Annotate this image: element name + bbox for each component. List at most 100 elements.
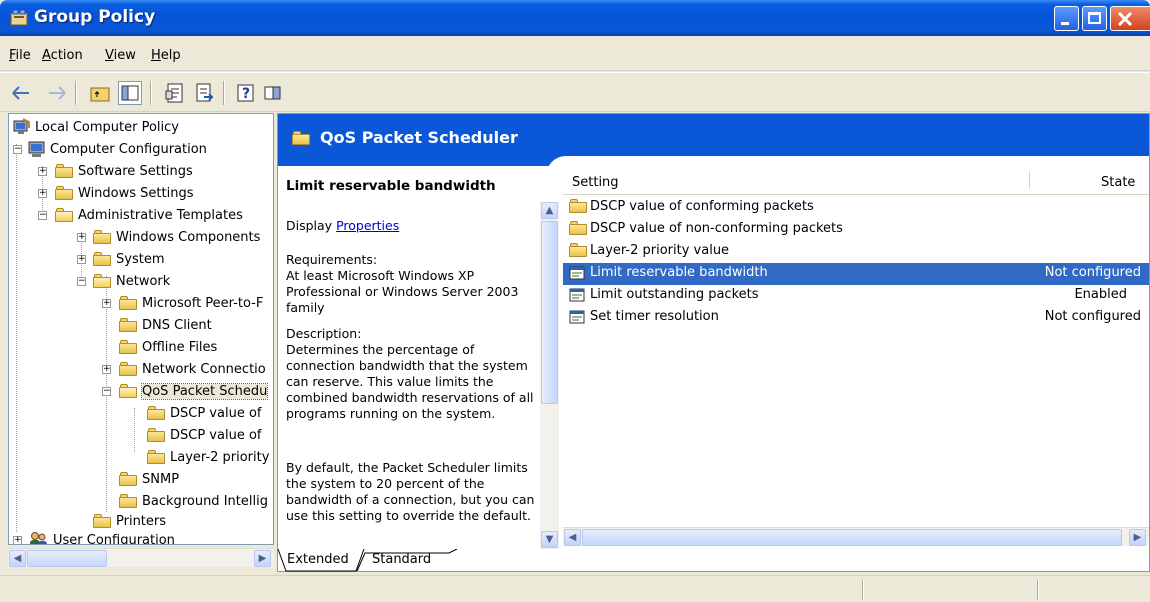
up-folder-icon: [90, 87, 110, 102]
maximize-icon: [1088, 12, 1101, 24]
default-text: By default, the Packet Scheduler limits …: [286, 460, 535, 523]
properties-button[interactable]: [163, 81, 187, 105]
folder-icon: [93, 514, 111, 528]
collapse-icon[interactable]: −: [38, 211, 47, 220]
close-button[interactable]: [1110, 6, 1150, 31]
folder-icon: [569, 243, 587, 259]
list-item[interactable]: Set timer resolution Not configured: [563, 307, 1149, 329]
folder-icon: [119, 340, 137, 354]
scroll-down-button[interactable]: ▼: [541, 531, 558, 548]
column-header-setting[interactable]: Setting: [572, 175, 619, 198]
column-divider[interactable]: [1029, 171, 1030, 189]
collapse-icon[interactable]: −: [13, 145, 22, 154]
menu-view[interactable]: View: [105, 48, 136, 63]
menu-file[interactable]: File: [9, 48, 31, 63]
folder-icon: [147, 406, 165, 420]
scroll-thumb[interactable]: [27, 550, 107, 567]
toolbar: ?: [0, 72, 1150, 112]
scroll-thumb[interactable]: [541, 221, 558, 404]
scroll-left-button[interactable]: ◀: [9, 550, 26, 567]
console-tree: Local Computer Policy − Computer Configu…: [8, 113, 274, 545]
list-item-selected[interactable]: Limit reservable bandwidth Not configure…: [563, 263, 1149, 285]
expand-icon[interactable]: +: [38, 167, 47, 176]
collapse-icon[interactable]: −: [77, 277, 86, 286]
requirements-label: Requirements:: [286, 252, 378, 267]
export-list-button[interactable]: [192, 81, 216, 105]
folder-open-icon: [119, 384, 137, 398]
forward-button[interactable]: [45, 81, 69, 105]
scroll-left-button[interactable]: ◀: [564, 529, 581, 546]
scroll-up-button[interactable]: ▲: [541, 202, 558, 219]
folder-icon: [55, 186, 73, 200]
toolbar-separator: [223, 81, 225, 105]
console-tree-icon: [121, 85, 139, 101]
extended-description-panel: Limit reservable bandwidth Display Prope…: [278, 166, 546, 543]
policy-computer-icon: [13, 118, 30, 134]
up-one-level-button[interactable]: [88, 81, 112, 105]
help-button[interactable]: ?: [234, 81, 258, 105]
status-separator: [862, 580, 864, 600]
back-button[interactable]: [9, 81, 33, 105]
tree-line: [16, 144, 17, 532]
help-icon: ?: [237, 84, 254, 102]
tab-extended[interactable]: Extended: [287, 549, 349, 571]
expand-icon[interactable]: +: [102, 365, 111, 374]
show-hide-console-tree-button[interactable]: [118, 81, 142, 105]
expand-icon[interactable]: +: [77, 233, 86, 242]
minimize-button[interactable]: [1054, 6, 1079, 31]
menu-bar: File Action View Help: [0, 36, 1150, 71]
folder-icon: [119, 318, 137, 332]
expand-icon[interactable]: +: [13, 536, 22, 544]
show-hide-action-pane-button[interactable]: [261, 81, 285, 105]
folder-icon: [93, 230, 111, 244]
description-label: Description:: [286, 326, 362, 341]
toolbar-separator: [150, 81, 152, 105]
properties-icon: [165, 83, 183, 103]
expand-icon[interactable]: +: [77, 255, 86, 264]
view-tabs: Extended Standard: [277, 549, 577, 573]
folder-icon: [569, 199, 587, 215]
folder-icon: [569, 221, 587, 237]
expand-icon[interactable]: +: [102, 299, 111, 308]
properties-link[interactable]: Properties: [336, 218, 399, 233]
display-properties-line: Display Properties: [286, 218, 400, 233]
expand-icon[interactable]: +: [38, 189, 47, 198]
group-policy-app-icon: [10, 9, 28, 26]
scroll-right-button[interactable]: ▶: [1129, 529, 1146, 546]
list-item[interactable]: DSCP value of conforming packets: [563, 197, 1149, 219]
menu-help[interactable]: Help: [151, 48, 181, 63]
back-arrow-icon: [12, 86, 29, 100]
minimize-icon: [1061, 22, 1069, 25]
list-item[interactable]: Limit outstanding packets Enabled: [563, 285, 1149, 307]
list-item[interactable]: DSCP value of non-conforming packets: [563, 219, 1149, 241]
action-pane-icon: [264, 86, 281, 100]
svg-text:?: ?: [242, 86, 250, 102]
list-item[interactable]: Layer-2 priority value: [563, 241, 1149, 263]
list-horizontal-scrollbar[interactable]: ◀ ▶: [563, 527, 1149, 546]
setting-title: Limit reservable bandwidth: [286, 178, 496, 194]
status-bar: [0, 575, 1150, 602]
collapse-icon[interactable]: −: [102, 387, 111, 396]
window-title: Group Policy: [34, 7, 156, 27]
scroll-thumb[interactable]: [582, 529, 1122, 546]
description-vertical-scrollbar[interactable]: ▲ ▼: [540, 202, 559, 549]
folder-icon: [147, 450, 165, 464]
tab-standard[interactable]: Standard: [372, 549, 431, 571]
menu-action[interactable]: Action: [42, 48, 83, 63]
scroll-right-button[interactable]: ▶: [254, 550, 271, 567]
folder-open-icon: [55, 208, 73, 222]
tree-horizontal-scrollbar[interactable]: ◀ ▶: [8, 548, 274, 567]
users-icon: [30, 532, 47, 544]
list-header: [563, 171, 1149, 195]
policy-setting-icon: [569, 266, 585, 280]
folder-icon: [119, 296, 137, 310]
folder-icon: [119, 494, 137, 508]
export-list-icon: [196, 83, 214, 102]
folder-icon: [55, 164, 73, 178]
column-header-state[interactable]: State: [1101, 175, 1135, 198]
folder-icon: [93, 252, 111, 266]
policy-setting-icon: [569, 310, 585, 324]
maximize-button[interactable]: [1082, 6, 1107, 31]
close-icon: [1117, 11, 1133, 27]
folder-icon: [292, 131, 310, 145]
